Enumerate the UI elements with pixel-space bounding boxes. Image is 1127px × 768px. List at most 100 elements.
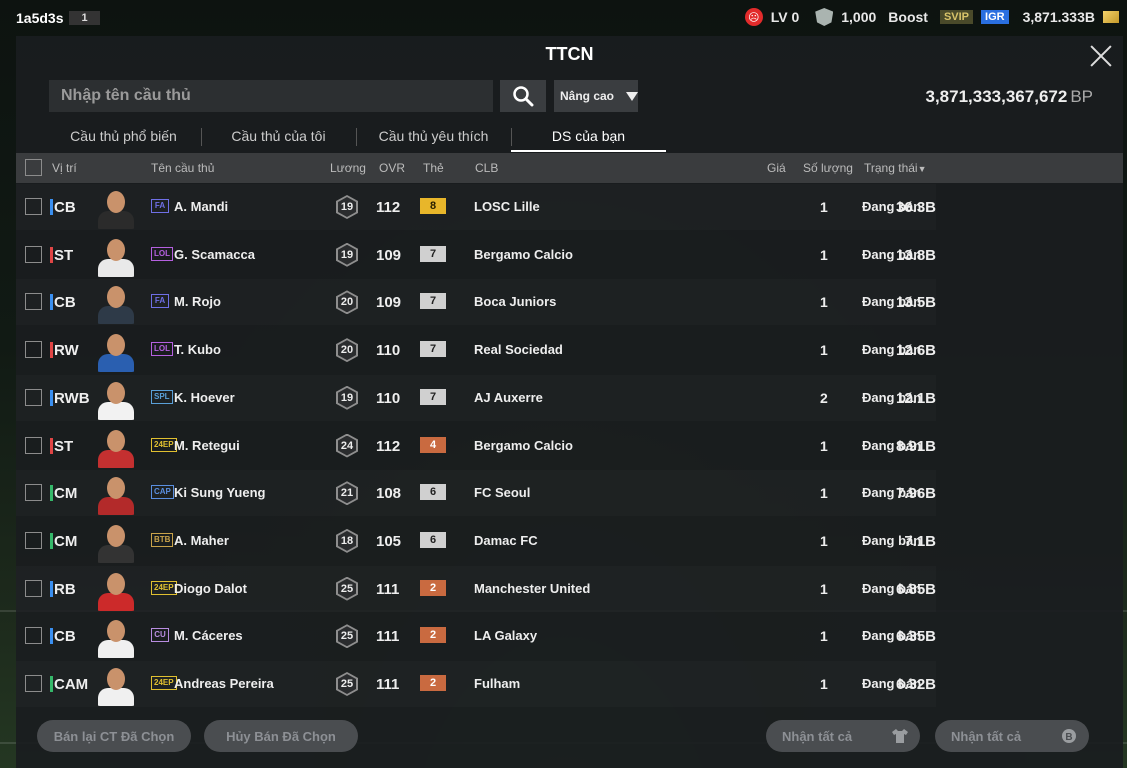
header-wage[interactable]: Lương — [330, 161, 366, 175]
boost-label: Boost — [888, 9, 928, 25]
position-color-bar — [50, 532, 53, 549]
table-row[interactable]: CAM 24EP Andreas Pereira 25 111 2 Fulham 6.32B 1… — [16, 661, 936, 707]
row-checkbox[interactable] — [25, 245, 42, 263]
balance-value: 3,871.333B — [1022, 9, 1095, 25]
resell-selected-button[interactable]: Bán lại CT Đã Chọn — [37, 720, 191, 752]
player-quantity: 1 — [820, 342, 828, 359]
player-position: ST — [54, 246, 74, 264]
player-position: RW — [54, 342, 79, 360]
header-status[interactable]: Trạng thái▼ — [864, 161, 927, 175]
table-row[interactable]: ST 24EP M. Retegui 24 112 4 Bergamo Calcio 8.91… — [16, 423, 936, 469]
tab-popular-players[interactable]: Cầu thủ phổ biến — [46, 124, 201, 152]
position-color-bar — [50, 294, 53, 311]
player-position: CB — [54, 199, 76, 216]
player-avatar — [96, 187, 136, 229]
cancel-selected-button[interactable]: Hủy Bán Đã Chọn — [204, 720, 358, 752]
user-info: 1a5d3s 1 — [16, 10, 100, 26]
bp-value: 3,871,333,367,672 — [925, 87, 1068, 106]
player-quantity: 1 — [820, 580, 828, 597]
receive-all-coins-button[interactable]: Nhận tất cả B — [935, 720, 1089, 752]
player-avatar — [96, 616, 136, 659]
select-all-checkbox[interactable] — [25, 159, 42, 176]
row-checkbox[interactable] — [25, 436, 42, 454]
receive-all-players-button[interactable]: Nhận tất cả — [766, 720, 920, 752]
player-position: CM — [54, 485, 78, 503]
sale-status: Đang bán — [862, 342, 922, 358]
sale-status: Đang bán — [862, 580, 922, 596]
sale-status: Đang bán — [862, 628, 922, 644]
receive-all-label: Nhận tất cả — [951, 728, 1022, 744]
position-color-bar — [50, 199, 53, 215]
table-row[interactable]: CM CAP Ki Sung Yueng 21 108 6 FC Seoul 7.96B 1 Đa… — [16, 470, 936, 516]
currency-area: ☹ LV 0 1,000 Boost SVIP IGR 3,871.333B — [744, 8, 1119, 26]
player-quantity: 1 — [820, 246, 828, 263]
table-row[interactable]: CB FA A. Mandi 19 112 8 LOSC Lille 36.3B 1 Đang b… — [16, 184, 936, 230]
tab-bar: Cầu thủ phổ biến Cầu thủ của tôi Cầu thủ… — [46, 124, 666, 152]
player-avatar — [96, 664, 136, 706]
table-row[interactable]: RWB SPL K. Hoever 19 110 7 AJ Auxerre 12.1B 2 Đan… — [16, 375, 936, 421]
sad-face-icon: ☹ — [744, 8, 763, 26]
row-checkbox[interactable] — [25, 293, 42, 311]
position-color-bar — [50, 246, 53, 263]
table-row[interactable]: ST LOL G. Scamacca 19 109 7 Bergamo Calcio 13.8… — [16, 232, 936, 278]
advanced-filter-label: Nâng cao — [560, 89, 615, 103]
player-position: CB — [54, 294, 76, 312]
igr-badge: IGR — [981, 10, 1009, 24]
tab-favorite-players[interactable]: Cầu thủ yêu thích — [356, 124, 511, 152]
position-color-bar — [50, 676, 53, 692]
sale-status: Đang bán — [862, 246, 922, 262]
player-quantity: 1 — [820, 437, 828, 454]
header-card[interactable]: Thẻ — [423, 161, 444, 175]
sale-status: Đang bán — [862, 485, 922, 501]
position-color-bar — [50, 342, 53, 359]
player-quantity: 1 — [820, 676, 828, 692]
player-position: CB — [54, 628, 76, 646]
row-checkbox[interactable] — [25, 198, 42, 215]
tab-my-players[interactable]: Cầu thủ của tôi — [201, 124, 356, 152]
sale-status: Đang bán — [862, 199, 922, 214]
table-row[interactable]: RW LOL T. Kubo 20 110 7 Real Sociedad 12.6B 1 Đan… — [16, 327, 936, 373]
chevron-down-icon — [626, 91, 638, 101]
bp-unit: BP — [1070, 87, 1093, 106]
header-position[interactable]: Vị trí — [52, 161, 77, 175]
search-button[interactable] — [500, 80, 546, 112]
row-checkbox[interactable] — [25, 579, 42, 597]
header-status-label: Trạng thái — [864, 161, 918, 175]
header-club[interactable]: CLB — [475, 161, 498, 175]
table-row[interactable]: RB 24EP Diogo Dalot 25 111 2 Manchester United… — [16, 566, 936, 612]
user-number: 1 — [69, 11, 100, 25]
position-color-bar — [50, 437, 53, 454]
row-checkbox[interactable] — [25, 484, 42, 502]
search-input[interactable] — [49, 80, 493, 112]
table-row[interactable]: CM BTB A. Maher 18 105 6 Damac FC 7.1B 1 Đang bán — [16, 518, 936, 564]
bp-total: 3,871,333,367,672 BP — [926, 87, 1094, 107]
status-bar: 1a5d3s 1 ☹ LV 0 1,000 Boost SVIP IGR 3,87… — [0, 0, 1127, 36]
player-position: RWB — [54, 389, 90, 407]
header-quantity[interactable]: Số lượng — [803, 161, 853, 175]
header-ovr[interactable]: OVR — [379, 161, 405, 175]
row-checkbox[interactable] — [25, 388, 42, 406]
table-row[interactable]: CB FA M. Rojo 20 109 7 Boca Juniors 13.5B 1 Đang … — [16, 279, 936, 325]
player-avatar — [96, 378, 136, 420]
shield-value: 1,000 — [841, 9, 877, 25]
close-icon[interactable] — [1087, 42, 1115, 70]
tab-your-list[interactable]: DS của bạn — [511, 124, 666, 152]
player-avatar — [96, 330, 136, 373]
transfer-market-panel: TTCN Nâng cao 3,871,333,367,672BP Cầu th… — [16, 36, 1123, 768]
table-row[interactable]: CB CU M. Cáceres 25 111 2 LA Galaxy 6.35B 1 Đang … — [16, 613, 936, 659]
sort-down-icon: ▼ — [917, 164, 927, 174]
header-price[interactable]: Giá — [767, 161, 786, 175]
row-checkbox[interactable] — [25, 531, 42, 549]
row-checkbox[interactable] — [25, 341, 42, 359]
position-color-bar — [50, 628, 53, 645]
row-checkbox[interactable] — [25, 675, 42, 692]
player-position: CM — [54, 532, 78, 550]
coin-icon: B — [1062, 729, 1076, 743]
page-title: TTCN — [545, 44, 594, 64]
level-label: LV 0 — [770, 9, 800, 25]
position-color-bar — [50, 389, 53, 406]
advanced-filter-button[interactable]: Nâng cao — [554, 80, 638, 112]
row-checkbox[interactable] — [25, 627, 42, 645]
header-player-name[interactable]: Tên cầu thủ — [151, 161, 214, 175]
sale-status: Đang bán — [862, 532, 922, 548]
